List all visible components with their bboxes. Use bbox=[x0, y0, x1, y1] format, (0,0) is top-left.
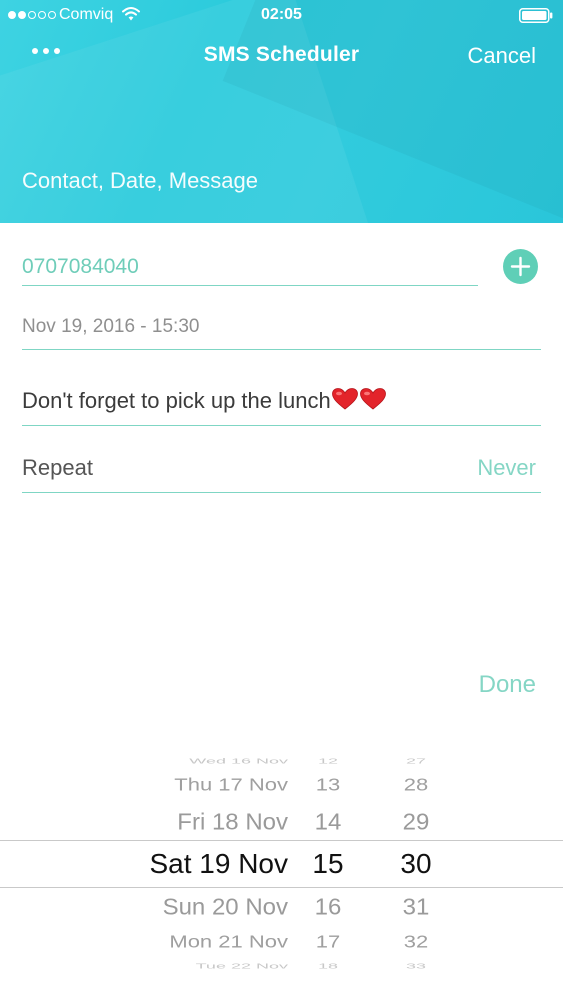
picker-hour-option[interactable]: 18 bbox=[300, 961, 356, 970]
heart-icon bbox=[359, 388, 386, 410]
picker-hour-option[interactable]: 16 bbox=[300, 894, 356, 922]
heart-icon bbox=[331, 388, 358, 410]
picker-hour-column[interactable]: 12 13 14 15 16 17 18 bbox=[300, 745, 356, 980]
repeat-label: Repeat bbox=[22, 455, 93, 480]
picker-minute-option[interactable]: 33 bbox=[385, 961, 447, 970]
picker-day-option[interactable]: Mon 21 Nov bbox=[169, 932, 288, 952]
status-time: 02:05 bbox=[261, 6, 302, 23]
message-field[interactable]: Don't forget to pick up the lunch bbox=[22, 387, 541, 414]
picker-hour-option[interactable]: 14 bbox=[300, 809, 356, 837]
picker-day-option[interactable]: Wed 16 Nov bbox=[189, 756, 288, 765]
message-underline bbox=[22, 425, 541, 426]
picker-day-option-selected[interactable]: Sat 19 Nov bbox=[149, 847, 288, 881]
picker-minute-column[interactable]: 27 28 29 30 31 32 33 bbox=[385, 745, 447, 980]
picker-day-option[interactable]: Fri 18 Nov bbox=[177, 809, 288, 837]
repeat-value-button[interactable]: Never bbox=[477, 455, 536, 481]
picker-day-option[interactable]: Tue 22 Nov bbox=[196, 961, 288, 970]
picker-day-option[interactable]: Thu 17 Nov bbox=[174, 775, 288, 795]
picker-minute-option-selected[interactable]: 30 bbox=[385, 847, 447, 881]
picker-minute-option[interactable]: 28 bbox=[385, 775, 447, 795]
contact-underline bbox=[22, 285, 478, 286]
app-screen: Comviq 02:05 SMS Scheduler Cancel Contac… bbox=[0, 0, 563, 1000]
picker-hour-option[interactable]: 13 bbox=[300, 775, 356, 795]
header: Comviq 02:05 SMS Scheduler Cancel Contac… bbox=[0, 0, 563, 223]
contact-input[interactable] bbox=[22, 250, 478, 284]
status-bar: Comviq 02:05 bbox=[0, 0, 563, 30]
picker-hour-option-selected[interactable]: 15 bbox=[300, 847, 356, 881]
message-text: Don't forget to pick up the lunch bbox=[22, 388, 331, 413]
picker-minute-option[interactable]: 29 bbox=[385, 809, 447, 837]
picker-minute-option[interactable]: 31 bbox=[385, 894, 447, 922]
picker-hour-option[interactable]: 17 bbox=[300, 932, 356, 952]
date-underline bbox=[22, 349, 541, 350]
done-button[interactable]: Done bbox=[479, 671, 536, 699]
battery-icon bbox=[519, 8, 553, 23]
cancel-button[interactable]: Cancel bbox=[468, 43, 536, 69]
add-contact-button[interactable] bbox=[503, 249, 538, 284]
picker-day-option[interactable]: Sun 20 Nov bbox=[163, 894, 288, 922]
repeat-underline bbox=[22, 492, 541, 493]
picker-hour-option[interactable]: 12 bbox=[300, 756, 356, 765]
picker-minute-option[interactable]: 27 bbox=[385, 756, 447, 765]
plus-circle-icon bbox=[510, 256, 531, 277]
header-subtitle: Contact, Date, Message bbox=[22, 168, 259, 193]
date-field[interactable]: Nov 19, 2016 - 15:30 bbox=[22, 316, 541, 338]
picker-minute-option[interactable]: 32 bbox=[385, 932, 447, 952]
date-time-picker[interactable]: Wed 16 Nov Thu 17 Nov Fri 18 Nov Sat 19 Nov… bbox=[0, 745, 563, 980]
picker-day-column[interactable]: Wed 16 Nov Thu 17 Nov Fri 18 Nov Sat 19 Nov… bbox=[0, 745, 288, 980]
